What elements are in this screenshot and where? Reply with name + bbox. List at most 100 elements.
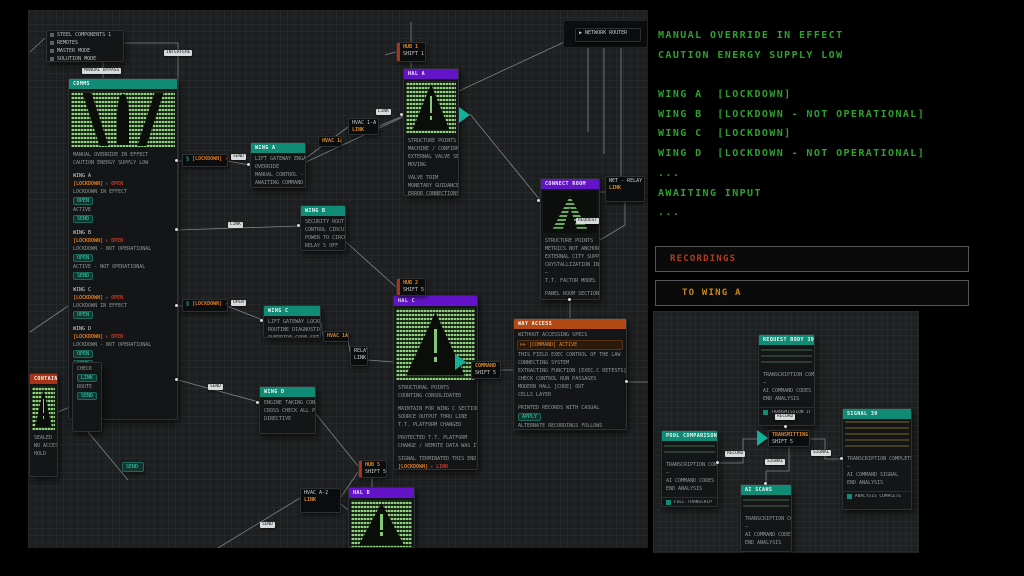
node-command-menu[interactable]: STEEL COMPONENTS 1 REMOTES MASTER MODE <box>46 30 124 62</box>
port[interactable] <box>400 113 403 116</box>
node-wing-a[interactable]: WING A LIFT GATEWAY ENGAGEDOVERRIDEMANUA… <box>250 142 306 188</box>
node-footer[interactable]: ANALYSIS COMPLETE <box>843 491 911 501</box>
node-line: WING B <box>69 229 177 237</box>
node-request-body[interactable]: REQUEST BODY 39 TRANSCRIPTION COMPLETE—A… <box>758 334 815 426</box>
node-line: — <box>741 523 791 531</box>
node-line: ENGINE TAKING CONTROL <box>260 399 315 407</box>
port[interactable] <box>175 304 178 307</box>
screen: STEEL COMPONENTS 1 REMOTES MASTER MODE <box>0 0 1024 576</box>
node-line: MOVING <box>404 161 458 169</box>
node-hub-5[interactable]: HUB 5 SHIFT 5 <box>358 460 387 478</box>
hazard-triangle-icon <box>406 81 456 133</box>
node-line: ROUTE <box>73 383 101 391</box>
port[interactable] <box>840 457 843 460</box>
node-line: THIS FIELD EXEC CONTROL OF THE LAW <box>514 351 626 359</box>
menu-item[interactable]: SOLUTION MODE <box>47 55 123 62</box>
recordings-button[interactable]: RECORDINGS <box>655 246 969 272</box>
node-network-router[interactable]: ▶ NETWORK ROUTER <box>575 28 641 42</box>
port[interactable] <box>297 224 300 227</box>
node-footer[interactable]: FULL TRANSCRIPT <box>662 497 717 507</box>
port[interactable] <box>537 199 540 202</box>
arch-display-icon <box>543 191 597 233</box>
port[interactable] <box>247 163 250 166</box>
port[interactable] <box>764 482 767 485</box>
node-line: CHECK CONTROL RUN PASSAGES <box>514 375 626 383</box>
wing-a-graph-panel[interactable]: REQUEST BODY 39 TRANSCRIPTION COMPLETE—A… <box>653 311 919 553</box>
node-line: OPEN <box>69 253 177 263</box>
wire-label: MANUAL BYPASS <box>82 68 121 74</box>
node-line: RELAY 5 OFF <box>301 242 345 250</box>
node-line: MAINTAIN FOR WING C SECTION <box>394 405 477 413</box>
node-lockdown-pill-2[interactable]: ⋛ [LOCKDOWN] ✕ OPEN <box>182 299 228 312</box>
node-side-relay[interactable]: CHECKLINKROUTESEND <box>72 362 102 432</box>
node-hal-a[interactable]: HAL A STRUCTURE POINTSMACHINE / CONFIRM … <box>403 68 459 196</box>
node-line: MANUAL OVERRIDE IN EFFECT <box>69 151 177 159</box>
node-line: TRANSCRIPTION COMPLETE <box>662 461 717 469</box>
node-send-pill[interactable]: SEND <box>122 462 144 472</box>
node-net-relay[interactable]: NET - RELAY LINK <box>605 176 645 202</box>
node-hvac-d[interactable]: HVAC A-2 LINK <box>300 488 341 513</box>
node-line: EXTERNAL VALVE SERVICED <box>404 153 458 161</box>
node-hal-d[interactable]: HAL D <box>348 487 415 548</box>
node-line: SEALED <box>30 434 57 442</box>
node-line: CELLS LAYER <box>514 391 626 399</box>
node-command-c[interactable]: COMMAND SHIFT 5 <box>471 361 501 379</box>
node-transmitting-hub[interactable]: TRANSMITTING HUB SHIFT 5 <box>768 430 810 447</box>
hazard-triangle-icon <box>351 500 412 548</box>
menu-item[interactable]: MASTER MODE <box>47 47 123 55</box>
node-hal-c[interactable]: HAL C STRUCTURAL POINTSCOUNTING CONSOLID… <box>393 295 478 470</box>
terminal-line: WING D [LOCKDOWN - NOT OPERATIONAL] <box>658 144 1018 164</box>
port[interactable] <box>175 228 178 231</box>
node-hub-2[interactable]: HUB 2 SHIFT 5 <box>396 278 426 296</box>
node-line: CHECK <box>73 365 101 373</box>
port[interactable] <box>260 319 263 322</box>
terminal-line: ... <box>658 203 1018 223</box>
node-line: EXTERNAL CITY SUPPORT ACT LAB <box>541 253 599 261</box>
node-hub-1[interactable]: HUB 1 SHIFT 1 <box>396 42 426 62</box>
transcript-display <box>664 443 715 457</box>
node-wing-c[interactable]: WING C LIFT GATEWAY LOCKEDROUTINE DIAGNO… <box>263 305 321 338</box>
node-lockdown-pill-1[interactable]: ⋛ [LOCKDOWN] ✕ OPEN <box>182 154 228 167</box>
node-line: CRYSTALLIZATION IN ROTATION <box>541 261 599 269</box>
node-header: CONNECT ROOM <box>541 179 599 189</box>
port[interactable] <box>716 461 719 464</box>
node-containment[interactable]: CONTAIN SEALEDNO ACCESS POINT FOUNDHOLD <box>29 373 58 477</box>
node-wing-d[interactable]: WING D ENGINE TAKING CONTROLCROSS CHECK … <box>259 386 316 434</box>
node-line: ⊳⊳ [COMMAND] ACTIVE <box>517 340 623 350</box>
node-connect-room[interactable]: CONNECT ROOM STRUCTURE POINTSMETRICS NOT… <box>540 178 600 300</box>
node-line: LOCKDOWN IN EFFECT <box>69 188 177 196</box>
to-wing-a-button[interactable]: TO WING A <box>655 280 969 306</box>
node-hvac-a[interactable]: HVAC 1-A LINK <box>348 118 379 135</box>
port[interactable] <box>568 298 571 301</box>
node-way-access[interactable]: WAY ACCESS WITHOUT ACCESSING SPECS⊳⊳ [CO… <box>513 318 627 430</box>
node-line: PROTECTED T.T. PLATFORM <box>394 434 477 442</box>
warning-display-icon <box>71 91 175 147</box>
node-line: ACTIVE - NOT OPERATIONAL <box>69 263 177 271</box>
node-line: T.T. FACTOR MODEL 003 <box>541 277 599 285</box>
node-hvac-c2[interactable]: RELAY LINK <box>350 346 368 366</box>
node-signal-39[interactable]: SIGNAL 39 TRANSCRIPTION COMPLETE—AI COMM… <box>842 408 912 510</box>
menu-item-label: STEEL COMPONENTS 1 <box>57 32 111 38</box>
node-line: LOCKDOWN - NOT OPERATIONAL <box>69 341 177 349</box>
node-pool-comparison[interactable]: POOL COMPARISON 39 TRANSCRIPTION COMPLET… <box>661 430 718 507</box>
node-line: STRUCTURE POINTS <box>404 137 458 145</box>
node-line: CAUTION ENERGY SUPPLY LOW <box>69 159 177 167</box>
node-header: POOL COMPARISON 39 <box>662 431 717 441</box>
node-hvac-c[interactable]: HVAC 1A-4 <box>323 331 349 342</box>
terminal-line: MANUAL OVERRIDE IN EFFECT <box>658 26 1018 46</box>
node-line: WITHOUT ACCESSING SPECS <box>514 331 626 339</box>
port[interactable] <box>625 380 628 383</box>
menu-item[interactable]: STEEL COMPONENTS 1 <box>47 31 123 39</box>
node-header: REQUEST BODY 39 <box>759 335 814 345</box>
node-graph-canvas[interactable]: STEEL COMPONENTS 1 REMOTES MASTER MODE <box>28 10 648 548</box>
node-header: WING D <box>260 387 315 397</box>
port[interactable] <box>784 425 787 428</box>
node-hvac-pill[interactable]: HVAC 1A <box>318 136 342 147</box>
node-ai-scans[interactable]: AI SCANS TRANSCRIPTION COMPLETE—AI COMMA… <box>740 484 792 552</box>
node-wing-b[interactable]: WING B SECURITY ROUTINECONTROL CIRCUIT F… <box>300 205 346 251</box>
router-icon: ▶ <box>579 30 582 36</box>
port[interactable] <box>175 378 178 381</box>
port[interactable] <box>256 401 259 404</box>
port[interactable] <box>175 159 178 162</box>
menu-item[interactable]: REMOTES <box>47 39 123 47</box>
